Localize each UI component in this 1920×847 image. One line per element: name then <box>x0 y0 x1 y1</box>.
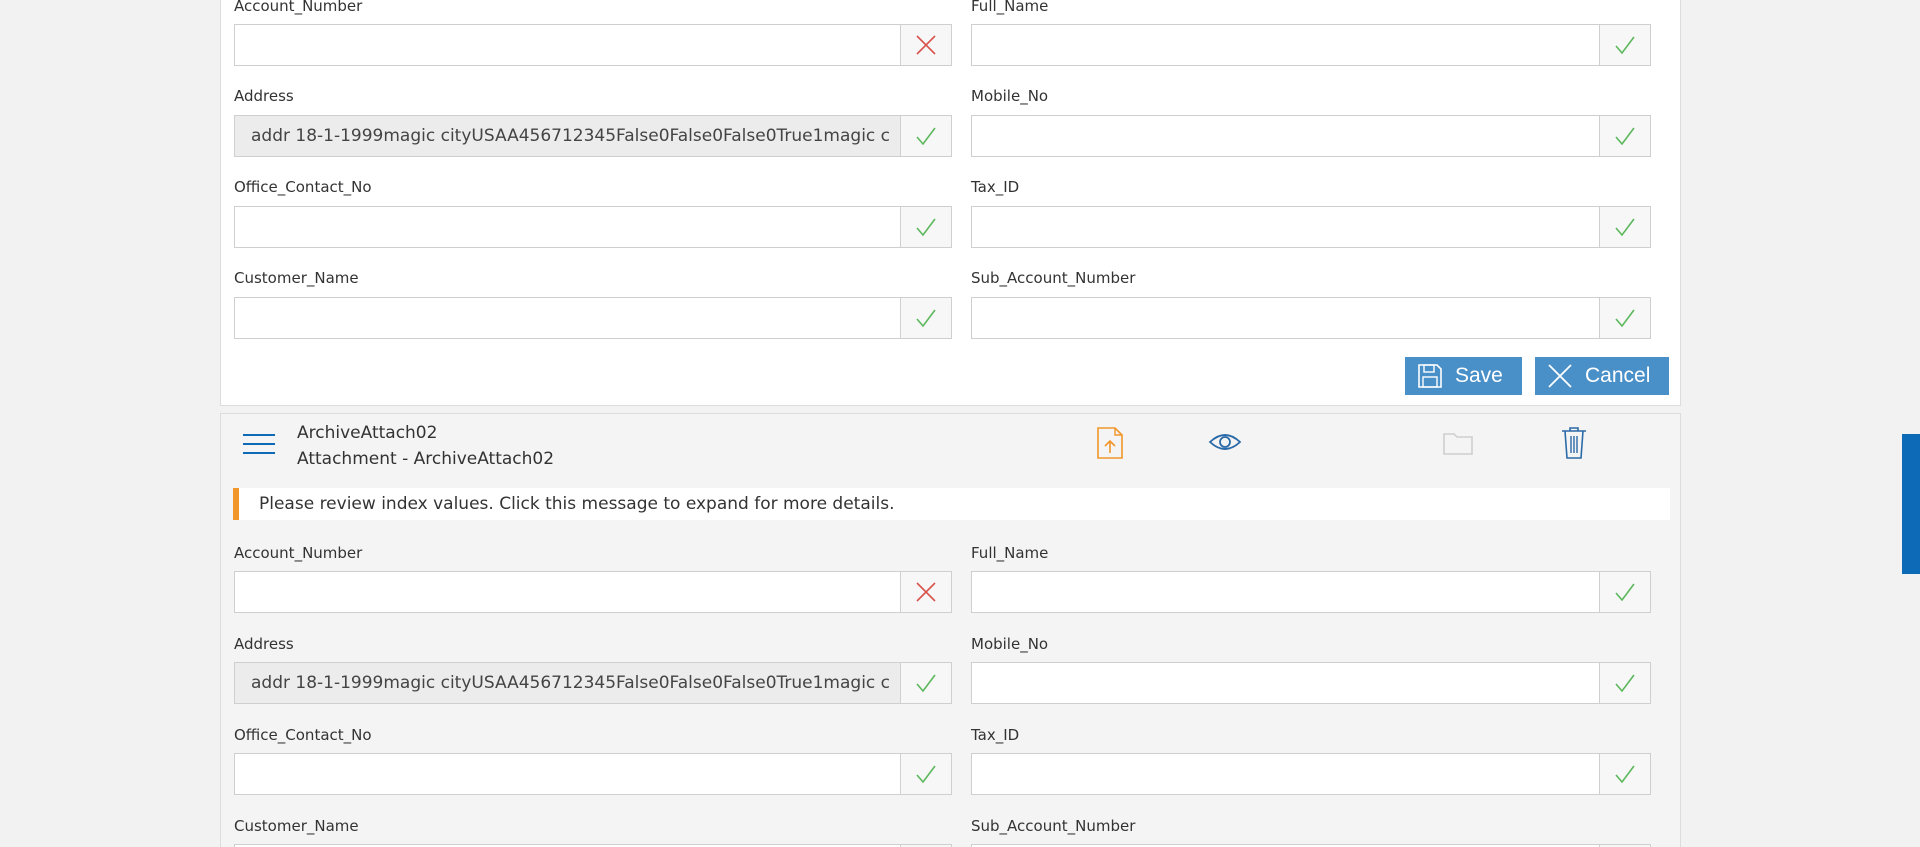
office-contact-no-field[interactable] <box>234 206 952 248</box>
field-label-mobile-no: Mobile_No <box>971 635 1049 653</box>
checkmark-icon <box>1599 206 1651 248</box>
attachment-header: ArchiveAttach02 Attachment - ArchiveAtta… <box>221 414 1680 476</box>
side-scroll-indicator[interactable] <box>1902 434 1920 574</box>
cancel-label: Cancel <box>1585 364 1651 387</box>
checkmark-icon <box>1599 24 1651 66</box>
field-label-office-contact-no: Office_Contact_No <box>234 726 372 744</box>
field-label-sub-account-number: Sub_Account_Number <box>971 269 1136 287</box>
trash-icon[interactable] <box>1560 426 1588 464</box>
address-field[interactable]: addr 18-1-1999magic cityUSAA456712345Fal… <box>234 115 952 157</box>
account-number-field[interactable] <box>234 24 952 66</box>
checkmark-icon <box>900 297 952 339</box>
error-x-icon <box>900 24 952 66</box>
folder-icon[interactable] <box>1442 430 1474 460</box>
office-contact-no-field[interactable] <box>234 753 952 795</box>
checkmark-icon <box>1599 571 1651 613</box>
checkmark-icon <box>1599 753 1651 795</box>
save-label: Save <box>1455 364 1503 387</box>
checkmark-icon <box>900 753 952 795</box>
checkmark-icon <box>900 206 952 248</box>
field-label-account-number: Account_Number <box>234 544 363 562</box>
field-label-address: Address <box>234 87 294 105</box>
full-name-field[interactable] <box>971 24 1651 66</box>
field-label-tax-id: Tax_ID <box>971 726 1020 744</box>
hamburger-menu-icon[interactable] <box>243 432 275 460</box>
field-label-address: Address <box>234 635 294 653</box>
checkmark-icon <box>1599 297 1651 339</box>
field-label-office-contact-no: Office_Contact_No <box>234 178 372 196</box>
attachment-panel: ArchiveAttach02 Attachment - ArchiveAtta… <box>220 413 1681 847</box>
save-button[interactable]: Save <box>1405 357 1522 395</box>
attachment-title: ArchiveAttach02 <box>297 423 438 443</box>
review-index-values-message[interactable]: Please review index values. Click this m… <box>233 488 1670 520</box>
field-label-account-number: Account_Number <box>234 0 363 15</box>
field-label-customer-name: Customer_Name <box>234 269 359 287</box>
cancel-x-icon <box>1548 364 1572 388</box>
mobile-no-field[interactable] <box>971 115 1651 157</box>
error-x-icon <box>900 571 952 613</box>
field-label-full-name: Full_Name <box>971 0 1049 15</box>
checkmark-icon <box>1599 115 1651 157</box>
checkmark-icon <box>900 662 952 704</box>
tax-id-field[interactable] <box>971 753 1651 795</box>
attachment-subtitle: Attachment - ArchiveAttach02 <box>297 449 555 469</box>
account-number-field[interactable] <box>234 571 952 613</box>
full-name-field[interactable] <box>971 571 1651 613</box>
customer-name-field[interactable] <box>234 297 952 339</box>
tax-id-field[interactable] <box>971 206 1651 248</box>
eye-icon[interactable] <box>1208 431 1242 457</box>
save-icon <box>1418 364 1442 388</box>
field-label-tax-id: Tax_ID <box>971 178 1020 196</box>
cancel-button[interactable]: Cancel <box>1535 357 1669 395</box>
mobile-no-field[interactable] <box>971 662 1651 704</box>
field-label-mobile-no: Mobile_No <box>971 87 1049 105</box>
field-label-customer-name: Customer_Name <box>234 817 359 835</box>
sub-account-number-field[interactable] <box>971 297 1651 339</box>
checkmark-icon <box>900 115 952 157</box>
index-form-panel: Account_Number Full_Name Address addr 18… <box>220 0 1681 406</box>
address-field[interactable]: addr 18-1-1999magic cityUSAA456712345Fal… <box>234 662 952 704</box>
field-label-full-name: Full_Name <box>971 544 1049 562</box>
upload-file-icon[interactable] <box>1096 426 1124 464</box>
field-label-sub-account-number: Sub_Account_Number <box>971 817 1136 835</box>
checkmark-icon <box>1599 662 1651 704</box>
